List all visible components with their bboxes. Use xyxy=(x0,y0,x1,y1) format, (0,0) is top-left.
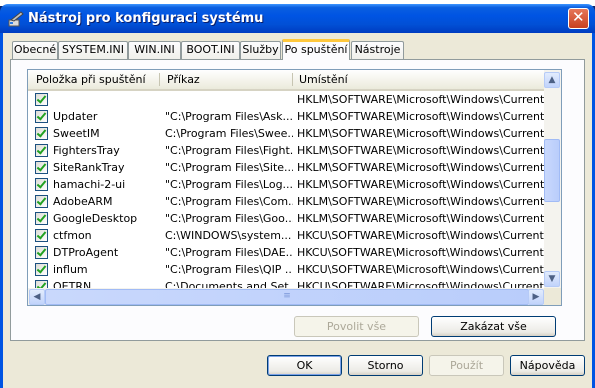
enable-all-button[interactable]: Povolit vše xyxy=(294,316,419,337)
startup-item-checkbox[interactable] xyxy=(35,212,48,225)
startup-item-name: DTProAgent xyxy=(53,246,119,259)
startup-item-location: HKLM\SOFTWARE\Microsoft\Windows\CurrentV… xyxy=(297,144,544,157)
chevron-up-icon: ▲ xyxy=(548,75,556,85)
list-item[interactable]: Updater "C:\Program Files\Ask.... HKLM\SOF… xyxy=(28,108,544,125)
startup-item-location: HKLM\SOFTWARE\Microsoft\Windows\CurrentV… xyxy=(297,110,544,123)
scroll-right-button[interactable]: ▶ xyxy=(528,289,544,305)
startup-item-checkbox[interactable] xyxy=(35,127,48,140)
startup-item-command: "C:\Program Files\QIP ... xyxy=(165,263,293,276)
list-item[interactable]: hamachi-2-ui "C:\Program Files\Log... HKLM… xyxy=(28,176,544,193)
startup-list[interactable]: Položka při spuštění Příkaz Umístění HKL… xyxy=(27,69,562,306)
startup-item-command: "C:\Program Files\Log... xyxy=(165,178,293,191)
list-item[interactable]: DTProAgent "C:\Program Files\DAE... HKCU\S… xyxy=(28,244,544,261)
startup-item-checkbox[interactable] xyxy=(35,229,48,242)
tab-tools[interactable]: Nástroje xyxy=(351,41,404,59)
tab-boot-ini[interactable]: BOOT.INI xyxy=(181,41,240,59)
tab-win-ini[interactable]: WIN.INI xyxy=(128,41,181,59)
startup-item-command: "C:\Program Files\Ask.... xyxy=(165,110,293,123)
tab-system-ini[interactable]: SYSTEM.INI xyxy=(58,41,128,59)
startup-item-name: hamachi-2-ui xyxy=(53,178,126,191)
list-item[interactable]: GoogleDesktop "C:\Program Files\Goo... HKL… xyxy=(28,210,544,227)
close-icon: ✕ xyxy=(572,8,585,26)
window-title: Nástroj pro konfiguraci systému xyxy=(28,11,264,26)
startup-panel: Položka při spuštění Příkaz Umístění HKL… xyxy=(10,59,585,341)
startup-item-checkbox[interactable] xyxy=(35,178,48,191)
list-item[interactable]: HKLM\SOFTWARE\Microsoft\Windows\CurrentV… xyxy=(28,91,544,108)
startup-item-location: HKLM\SOFTWARE\Microsoft\Windows\CurrentV… xyxy=(297,195,544,208)
msconfig-window: Nástroj pro konfiguraci systému ✕ Obecné… xyxy=(0,0,595,388)
startup-item-name: influm xyxy=(53,263,88,276)
header-location[interactable]: Umístění xyxy=(293,70,543,89)
tab-general[interactable]: Obecné xyxy=(12,41,58,59)
ok-button[interactable]: OK xyxy=(267,355,342,376)
startup-item-command: C:\WINDOWS\system... xyxy=(165,229,292,242)
list-item[interactable]: ctfmon C:\WINDOWS\system... HKCU\SOFTWARE\… xyxy=(28,227,544,244)
list-item[interactable]: SiteRankTray "C:\Program Files\Site... HKL… xyxy=(28,159,544,176)
startup-item-location: HKLM\SOFTWARE\Microsoft\Windows\CurrentV… xyxy=(297,212,544,225)
startup-item-command: "C:\Program Files\DAE... xyxy=(165,246,293,259)
startup-item-name: AdobeARM xyxy=(53,195,113,208)
list-item[interactable]: AdobeARM "C:\Program Files\Com... HKLM\SOF… xyxy=(28,193,544,210)
chevron-right-icon: ▶ xyxy=(532,292,540,302)
startup-item-command: "C:\Program Files\Com... xyxy=(165,195,293,208)
chevron-left-icon: ◀ xyxy=(33,292,41,302)
cancel-button[interactable]: Storno xyxy=(348,355,423,376)
horizontal-scrollbar[interactable]: ◀ ≡ ▶ xyxy=(28,288,544,305)
disable-all-button[interactable]: Zakázat vše xyxy=(431,316,556,337)
startup-item-checkbox[interactable] xyxy=(35,263,48,276)
close-button[interactable]: ✕ xyxy=(568,8,589,29)
startup-item-checkbox[interactable] xyxy=(35,144,48,157)
header-divider[interactable] xyxy=(159,73,160,86)
startup-item-command: "C:\Program Files\Goo... xyxy=(165,212,293,225)
startup-item-command: "C:\Program Files\Fight... xyxy=(165,144,293,157)
msconfig-app-icon xyxy=(8,11,24,27)
startup-item-checkbox[interactable] xyxy=(35,195,48,208)
header-command[interactable]: Příkaz xyxy=(161,70,291,89)
startup-item-name: Updater xyxy=(53,110,98,123)
grip-icon: ≡ xyxy=(283,291,291,301)
apply-button[interactable]: Použít xyxy=(429,355,504,376)
startup-item-command: "C:\Program Files\Site... xyxy=(165,161,293,174)
startup-item-location: HKLM\SOFTWARE\Microsoft\Windows\CurrentV… xyxy=(297,127,544,140)
startup-item-location: HKCU\SOFTWARE\Microsoft\Windows\CurrentV… xyxy=(297,263,544,276)
list-item[interactable]: FightersTray "C:\Program Files\Fight... HK… xyxy=(28,142,544,159)
tab-startup[interactable]: Po spuštění xyxy=(282,39,350,60)
horizontal-scroll-thumb[interactable]: ≡ xyxy=(45,289,529,305)
startup-item-location: HKLM\SOFTWARE\Microsoft\Windows\CurrentV… xyxy=(297,161,544,174)
startup-item-checkbox[interactable] xyxy=(35,110,48,123)
startup-item-checkbox[interactable] xyxy=(35,161,48,174)
chevron-down-icon: ▼ xyxy=(548,274,556,284)
vertical-scrollbar[interactable]: ▲ ▼ xyxy=(544,70,561,288)
dialog-client-area: Obecné SYSTEM.INI WIN.INI BOOT.INI Služb… xyxy=(3,33,592,388)
startup-item-location: HKCU\SOFTWARE\Microsoft\Windows\CurrentV… xyxy=(297,229,544,242)
help-button[interactable]: Nápověda xyxy=(510,355,585,376)
list-header: Položka při spuštění Příkaz Umístění xyxy=(28,70,544,91)
title-bar[interactable]: Nástroj pro konfiguraci systému ✕ xyxy=(0,4,595,33)
scrollbar-corner xyxy=(544,288,561,305)
header-startup-item[interactable]: Položka při spuštění xyxy=(30,70,160,89)
startup-item-location: HKLM\SOFTWARE\Microsoft\Windows\CurrentV… xyxy=(297,93,544,106)
startup-item-checkbox[interactable] xyxy=(35,246,48,259)
list-item[interactable]: influm "C:\Program Files\QIP ... HKCU\SOFT… xyxy=(28,261,544,278)
startup-item-location: HKLM\SOFTWARE\Microsoft\Windows\CurrentV… xyxy=(297,178,544,191)
startup-item-name: SiteRankTray xyxy=(53,161,125,174)
scroll-down-button[interactable]: ▼ xyxy=(544,271,560,287)
list-item[interactable]: SweetIM C:\Program Files\Swee... HKLM\SOFT… xyxy=(28,125,544,142)
startup-item-name: SweetIM xyxy=(53,127,100,140)
startup-item-checkbox[interactable] xyxy=(35,93,48,106)
startup-item-location: HKCU\SOFTWARE\Microsoft\Windows\CurrentV… xyxy=(297,246,544,259)
startup-item-name: GoogleDesktop xyxy=(53,212,138,225)
startup-item-command: C:\Program Files\Swee... xyxy=(165,127,293,140)
tab-services[interactable]: Služby xyxy=(240,41,281,59)
scroll-up-button[interactable]: ▲ xyxy=(544,72,560,88)
vertical-scroll-thumb[interactable] xyxy=(544,139,560,202)
startup-item-name: ctfmon xyxy=(53,229,92,242)
scroll-left-button[interactable]: ◀ xyxy=(29,289,45,305)
startup-item-name: FightersTray xyxy=(53,144,120,157)
